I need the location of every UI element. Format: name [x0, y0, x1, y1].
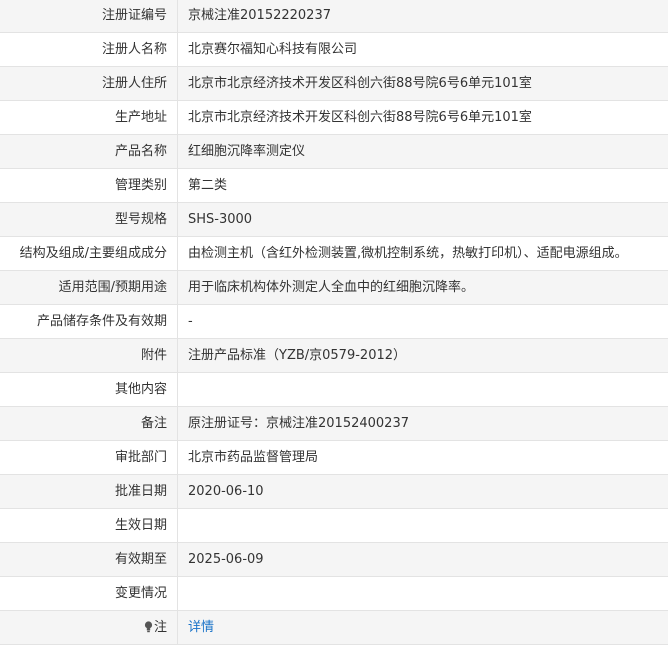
row-label: 注	[0, 611, 178, 644]
row-value: 北京市药品监督管理局	[188, 450, 319, 465]
row-management-category: 管理类别 第二类	[0, 169, 668, 203]
row-attachment: 附件 注册产品标准（YZB/京0579-2012）	[0, 339, 668, 373]
row-label: 结构及组成/主要组成成分	[0, 237, 178, 270]
row-product-name: 产品名称 红细胞沉降率测定仪	[0, 135, 668, 169]
row-value	[178, 373, 668, 406]
row-label: 生产地址	[0, 101, 178, 134]
registration-info-table: 注册证编号 京械注准20152220237 注册人名称 北京赛尔福知心科技有限公…	[0, 0, 668, 645]
row-label: 备注	[0, 407, 178, 440]
row-label: 产品名称	[0, 135, 178, 168]
row-value: 北京市北京经济技术开发区科创六街88号院6号6单元101室	[188, 110, 532, 125]
row-label: 注册证编号	[0, 0, 178, 32]
row-value: 红细胞沉降率测定仪	[188, 144, 306, 159]
row-approval-department: 审批部门 北京市药品监督管理局	[0, 441, 668, 475]
row-model-spec: 型号规格 SHS-3000	[0, 203, 668, 237]
row-structure-composition: 结构及组成/主要组成成分 由检测主机（含红外检测装置,微机控制系统，热敏打印机）…	[0, 237, 668, 271]
row-label: 适用范围/预期用途	[0, 271, 178, 304]
row-registration-number: 注册证编号 京械注准20152220237	[0, 0, 668, 33]
row-registrant-name: 注册人名称 北京赛尔福知心科技有限公司	[0, 33, 668, 67]
row-label: 其他内容	[0, 373, 178, 406]
row-value: 详情	[178, 611, 668, 644]
row-change-status: 变更情况	[0, 577, 668, 611]
row-registrant-address: 注册人住所 北京市北京经济技术开发区科创六街88号院6号6单元101室	[0, 67, 668, 101]
row-value	[178, 577, 668, 610]
row-label: 批准日期	[0, 475, 178, 508]
row-value: -	[188, 314, 193, 329]
row-value: 2025-06-09	[188, 552, 264, 567]
row-note: 注 详情	[0, 611, 668, 645]
row-approval-date: 批准日期 2020-06-10	[0, 475, 668, 509]
row-production-address: 生产地址 北京市北京经济技术开发区科创六街88号院6号6单元101室	[0, 101, 668, 135]
row-value: 原注册证号：京械注准20152400237	[188, 416, 409, 431]
row-value: SHS-3000	[188, 212, 253, 227]
row-label: 附件	[0, 339, 178, 372]
row-value: 用于临床机构体外测定人全血中的红细胞沉降率。	[188, 280, 475, 295]
row-value: 京械注准20152220237	[188, 8, 331, 23]
bulb-icon	[144, 621, 153, 633]
row-value: 第二类	[188, 178, 228, 193]
row-value: 注册产品标准（YZB/京0579-2012）	[188, 348, 407, 363]
row-label: 变更情况	[0, 577, 178, 610]
details-link[interactable]: 详情	[188, 620, 214, 635]
row-value: 由检测主机（含红外检测装置,微机控制系统，热敏打印机）、适配电源组成。	[188, 246, 628, 261]
row-label: 产品储存条件及有效期	[0, 305, 178, 338]
row-value	[178, 509, 668, 542]
row-label: 注册人名称	[0, 33, 178, 66]
row-label: 生效日期	[0, 509, 178, 542]
row-other-content: 其他内容	[0, 373, 668, 407]
row-value: 北京赛尔福知心科技有限公司	[188, 42, 358, 57]
row-storage-validity: 产品储存条件及有效期 -	[0, 305, 668, 339]
row-label: 有效期至	[0, 543, 178, 576]
row-label: 管理类别	[0, 169, 178, 202]
row-valid-until: 有效期至 2025-06-09	[0, 543, 668, 577]
row-effective-date: 生效日期	[0, 509, 668, 543]
row-value: 2020-06-10	[188, 484, 264, 499]
row-remarks: 备注 原注册证号：京械注准20152400237	[0, 407, 668, 441]
row-intended-use: 适用范围/预期用途 用于临床机构体外测定人全血中的红细胞沉降率。	[0, 271, 668, 305]
row-value: 北京市北京经济技术开发区科创六街88号院6号6单元101室	[188, 76, 532, 91]
row-label: 注册人住所	[0, 67, 178, 100]
row-label: 型号规格	[0, 203, 178, 236]
note-label: 注	[153, 620, 167, 635]
row-label: 审批部门	[0, 441, 178, 474]
